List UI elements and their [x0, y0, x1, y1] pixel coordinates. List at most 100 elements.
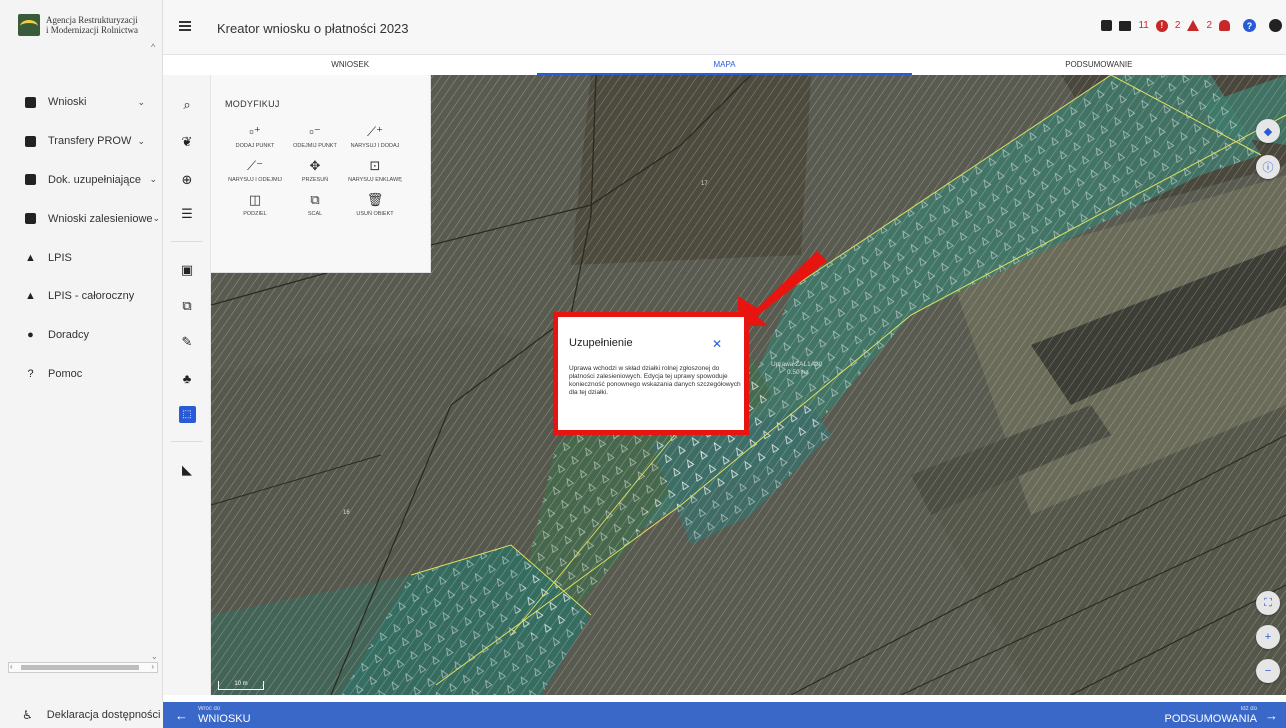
- delete-object-button[interactable]: 🗑 USUŃ OBIEKT: [345, 191, 405, 217]
- sidebar-item-lpis[interactable]: ▲ LPIS: [0, 238, 163, 277]
- mountain-icon: ▲: [25, 290, 36, 303]
- map-toolbar: ⌕ ❦ ⊕ ☰ ▣ ⧉ ✎ ♣ ⬚ ◣: [163, 75, 211, 695]
- error-icon[interactable]: !: [1155, 19, 1168, 32]
- scroll-up-icon[interactable]: ^: [151, 42, 155, 52]
- tab-wniosek[interactable]: WNIOSEK: [163, 55, 537, 75]
- popup-body: Uprawa wchodzi w skład działki rolnej zg…: [569, 365, 741, 396]
- scrollbar-thumb[interactable]: [21, 665, 139, 670]
- document-icon: [25, 174, 36, 186]
- draw-enclave-icon: ⊡: [369, 158, 381, 173]
- draw-add-icon: ⟋⁺: [367, 124, 383, 139]
- draw-add-button[interactable]: ⟋⁺ NARYSUJ I DODAJ: [345, 123, 405, 149]
- save-icon[interactable]: [1101, 20, 1113, 31]
- modify-tool-icon[interactable]: ⬚: [163, 399, 211, 429]
- logo[interactable]: Agencja Restrukturyzacji i Modernizacji …: [18, 14, 138, 36]
- arrow-left-icon: ←: [175, 708, 188, 723]
- trash-icon: 🗑: [366, 192, 384, 207]
- arrow-right-icon: →: [1265, 708, 1278, 723]
- split-icon: ◫: [248, 192, 262, 207]
- sidebar-item-pomoc[interactable]: ? Pomoc: [0, 355, 163, 394]
- scroll-right-icon[interactable]: ›: [151, 662, 154, 671]
- tab-bar: WNIOSEK MAPA PODSUMOWANIE: [163, 55, 1286, 75]
- person-icon: ●: [27, 329, 34, 342]
- draw-subtract-icon: ⟋⁻: [247, 158, 263, 173]
- merge-button[interactable]: ⧉ SCAL: [285, 191, 345, 217]
- pencil-icon[interactable]: ✎: [163, 327, 211, 357]
- remove-vertex-button[interactable]: ▫⁻ ODEJMIJ PUNKT: [285, 123, 345, 149]
- user-icon[interactable]: [1269, 19, 1282, 32]
- chevron-down-icon: ⌄: [137, 135, 145, 146]
- parcel-label: 16: [343, 510, 350, 516]
- sidebar-item-wnioski-zalesieniowe[interactable]: Wnioski zalesieniowe ⌄: [0, 199, 163, 238]
- sidebar: Agencja Restrukturyzacji i Modernizacji …: [0, 0, 163, 728]
- measure-icon[interactable]: ◣: [163, 455, 211, 485]
- zoom-in-icon[interactable]: +: [1256, 625, 1280, 649]
- menu-icon[interactable]: [179, 21, 191, 31]
- sidebar-item-doradcy[interactable]: ● Doradcy: [0, 316, 163, 355]
- sidebar-horizontal-scrollbar[interactable]: ‹ ›: [8, 662, 158, 673]
- sidebar-nav: Wnioski ⌄ Transfery PROW ⌄ Dok. uzupełni…: [0, 83, 163, 393]
- parcel-label: 17: [701, 181, 708, 187]
- accessibility-declaration-link[interactable]: ♿ Deklaracja dostępności: [0, 702, 163, 728]
- draw-enclave-button[interactable]: ⊡ NARYSUJ ENKLAWĘ: [345, 157, 405, 183]
- chevron-down-icon: ⌄: [137, 96, 145, 107]
- accessibility-icon: ♿: [22, 708, 33, 722]
- search-icon[interactable]: ⌕: [163, 90, 211, 120]
- sidebar-item-transfery-prow[interactable]: Transfery PROW ⌄: [0, 122, 163, 161]
- info-icon[interactable]: ⓘ: [1256, 155, 1280, 179]
- scroll-left-icon[interactable]: ‹: [10, 662, 13, 671]
- select-area-icon[interactable]: ▣: [163, 255, 211, 285]
- zoom-out-icon[interactable]: −: [1256, 659, 1280, 683]
- popup-title: Uzupełnienie: [569, 337, 633, 349]
- supplement-popup: Uzupełnienie ✕ Uprawa wchodzi w skład dz…: [553, 312, 749, 435]
- remove-vertex-icon: ▫⁻: [309, 124, 321, 139]
- modify-tools: ▫⁺ DODAJ PUNKT ▫⁻ ODEJMIJ PUNKT ⟋⁺ NARYS…: [225, 123, 425, 217]
- scroll-down-icon[interactable]: ⌄: [151, 652, 158, 661]
- draw-subtract-button[interactable]: ⟋⁻ NARYSUJ I ODEJMIJ: [225, 157, 285, 183]
- toolbar-divider: [171, 241, 203, 242]
- document-icon: [25, 96, 36, 108]
- mountain-icon: ▲: [25, 251, 36, 264]
- header: Kreator wniosku o płatności 2023 11 ! 2 …: [163, 0, 1286, 55]
- logo-text: Agencja Restrukturyzacji i Modernizacji …: [46, 15, 138, 35]
- pin-icon[interactable]: ❦: [163, 127, 211, 157]
- move-button[interactable]: ✥ PRZESUŃ: [285, 157, 345, 183]
- notices-count[interactable]: 2: [1206, 20, 1212, 31]
- sidebar-item-wnioski[interactable]: Wnioski ⌄: [0, 83, 163, 122]
- sidebar-item-lpis-caloroczny[interactable]: ▲ LPIS - całoroczny: [0, 277, 163, 316]
- print-icon[interactable]: [1119, 20, 1132, 31]
- fullscreen-icon[interactable]: ⛶: [1256, 591, 1280, 615]
- warnings-count[interactable]: 2: [1175, 20, 1181, 31]
- warning-icon[interactable]: [1187, 20, 1200, 31]
- target-icon[interactable]: ⊕: [163, 165, 211, 195]
- app-root: Agencja Restrukturyzacji i Modernizacji …: [0, 0, 1286, 728]
- header-actions: 11 ! 2 2 ?: [1101, 19, 1282, 32]
- tab-mapa[interactable]: MAPA: [537, 55, 912, 75]
- split-button[interactable]: ◫ PODZIEL: [225, 191, 285, 217]
- errors-count[interactable]: 11: [1138, 20, 1148, 31]
- modify-panel: MODYFIKUJ ▫⁺ DODAJ PUNKT ▫⁻ ODEJMIJ PUNK…: [211, 75, 431, 273]
- help-icon: ?: [27, 367, 34, 380]
- document-icon: [25, 213, 36, 225]
- sidebar-item-dok-uzupelniajace[interactable]: Dok. uzupełniające ⌄: [0, 161, 163, 200]
- add-vertex-icon: ▫⁺: [249, 124, 261, 139]
- tab-podsumowanie[interactable]: PODSUMOWANIE: [912, 55, 1286, 75]
- crop-label: Uprawa ZAL1A20 0.50 ha: [771, 361, 823, 376]
- back-button[interactable]: ← Wróć do WNIOSKU: [175, 706, 251, 725]
- trees-icon[interactable]: ♣: [163, 363, 211, 393]
- page-title: Kreator wniosku o płatności 2023: [217, 21, 409, 36]
- add-vertex-button[interactable]: ▫⁺ DODAJ PUNKT: [225, 123, 285, 149]
- document-icon: [25, 135, 36, 147]
- merge-icon: ⧉: [310, 192, 320, 207]
- close-icon[interactable]: ✕: [712, 337, 722, 351]
- list-icon[interactable]: ☰: [163, 199, 211, 229]
- copy-icon[interactable]: ⧉: [163, 291, 211, 321]
- bell-icon[interactable]: [1219, 20, 1230, 31]
- help-icon[interactable]: ?: [1243, 19, 1256, 32]
- next-button[interactable]: Idź do PODSUMOWANIA →: [1165, 706, 1279, 725]
- modify-panel-title: MODYFIKUJ: [225, 99, 280, 109]
- bottom-navigation: ← Wróć do WNIOSKU Idź do PODSUMOWANIA →: [163, 702, 1286, 728]
- chevron-down-icon: ⌄: [152, 213, 161, 224]
- layers-icon[interactable]: ◆: [1256, 119, 1280, 143]
- scale-bar: 10 m: [218, 681, 264, 690]
